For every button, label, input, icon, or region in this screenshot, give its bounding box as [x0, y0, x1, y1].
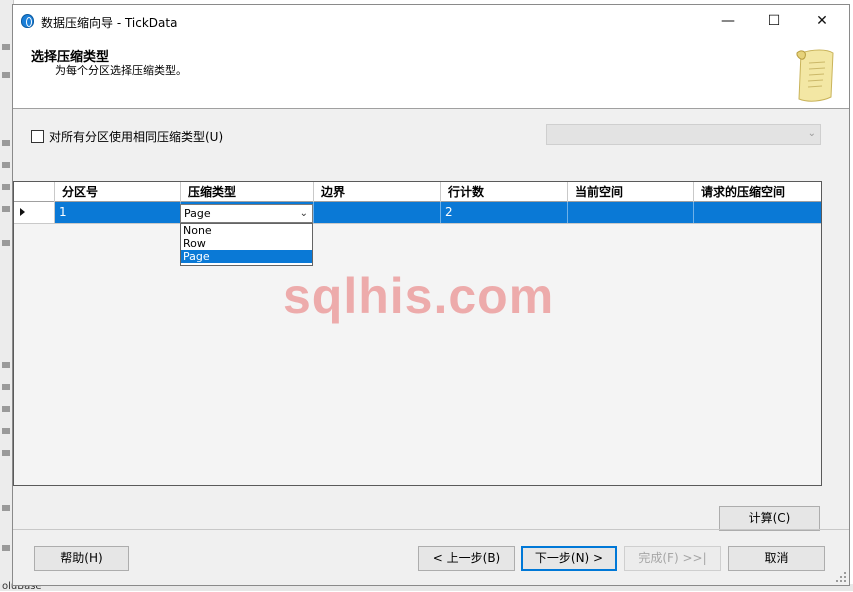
page-subtitle: 为每个分区选择压缩类型。: [55, 64, 187, 77]
wizard-header: 选择压缩类型 为每个分区选择压缩类型。: [13, 37, 849, 109]
table-row[interactable]: 1 2: [14, 202, 821, 224]
column-header-row-count[interactable]: 行计数: [441, 182, 568, 202]
chevron-down-icon: ⌄: [299, 208, 308, 219]
resize-grip-icon[interactable]: [836, 572, 846, 582]
column-header-partition[interactable]: 分区号: [55, 182, 181, 202]
minimize-button[interactable]: —: [705, 5, 751, 37]
help-button[interactable]: 帮助(H): [34, 546, 129, 571]
background-marker: [2, 140, 10, 146]
watermark-text: sqlhis.com: [283, 268, 555, 324]
back-button[interactable]: < 上一步(B): [418, 546, 515, 571]
background-marker: [2, 184, 10, 190]
column-header-current-space[interactable]: 当前空间: [568, 182, 694, 202]
same-type-checkbox[interactable]: [31, 129, 44, 143]
row-pointer-icon: [20, 208, 25, 216]
cell-current-space[interactable]: [568, 202, 694, 223]
partition-grid[interactable]: 分区号 压缩类型 边界 行计数 当前空间 请求的压缩空间 1 2: [13, 181, 822, 486]
background-marker: [2, 406, 10, 412]
row-header[interactable]: [14, 202, 55, 223]
maximize-button[interactable]: ☐: [751, 5, 797, 37]
chevron-down-icon: ⌄: [807, 128, 816, 139]
cell-boundary[interactable]: [314, 202, 441, 223]
background-marker: [2, 240, 10, 246]
cancel-button[interactable]: 取消: [728, 546, 825, 571]
background-marker: [2, 362, 10, 368]
dropdown-option-none[interactable]: None: [181, 224, 312, 237]
title-bar[interactable]: 数据压缩向导 - TickData — ☐ ✕: [13, 5, 849, 37]
grid-corner: [14, 182, 55, 202]
global-compression-type-select[interactable]: ⌄: [546, 124, 821, 145]
same-type-option[interactable]: 对所有分区使用相同压缩类型(U): [31, 127, 223, 145]
same-type-label[interactable]: 对所有分区使用相同压缩类型(U): [49, 128, 223, 145]
background-marker: [2, 206, 10, 212]
background-marker: [2, 44, 10, 50]
next-button[interactable]: 下一步(N) >: [521, 546, 617, 571]
cell-row-count[interactable]: 2: [441, 202, 568, 223]
background-marker: [2, 384, 10, 390]
compression-type-dropdown[interactable]: None Row Page: [180, 223, 313, 266]
column-header-boundary[interactable]: 边界: [314, 182, 441, 202]
compression-wizard-window: 数据压缩向导 - TickData — ☐ ✕ 选择压缩类型 为每个分区选择压缩…: [12, 4, 850, 586]
background-marker: [2, 545, 10, 551]
finish-button[interactable]: 完成(F) >>|: [624, 546, 721, 571]
column-header-requested-space[interactable]: 请求的压缩空间: [694, 182, 821, 202]
footer-divider: [13, 529, 849, 530]
background-marker: [2, 505, 10, 511]
cell-requested-space[interactable]: [694, 202, 821, 223]
dropdown-option-row[interactable]: Row: [181, 237, 312, 250]
compression-type-value: Page: [184, 207, 211, 220]
background-marker: [2, 72, 10, 78]
compression-type-select[interactable]: Page ⌄: [180, 204, 313, 223]
background-marker: [2, 450, 10, 456]
scroll-icon: [796, 49, 834, 102]
close-button[interactable]: ✕: [799, 5, 845, 37]
column-header-compression-type[interactable]: 压缩类型: [181, 182, 314, 202]
background-marker: [2, 162, 10, 168]
background-marker: [2, 428, 10, 434]
cell-partition[interactable]: 1: [55, 202, 181, 223]
calculate-button[interactable]: 计算(C): [719, 506, 820, 531]
dropdown-option-page[interactable]: Page: [181, 250, 312, 263]
window-title: 数据压缩向导 - TickData: [41, 16, 178, 30]
app-icon: [21, 14, 34, 28]
grid-header: 分区号 压缩类型 边界 行计数 当前空间 请求的压缩空间: [14, 182, 821, 202]
